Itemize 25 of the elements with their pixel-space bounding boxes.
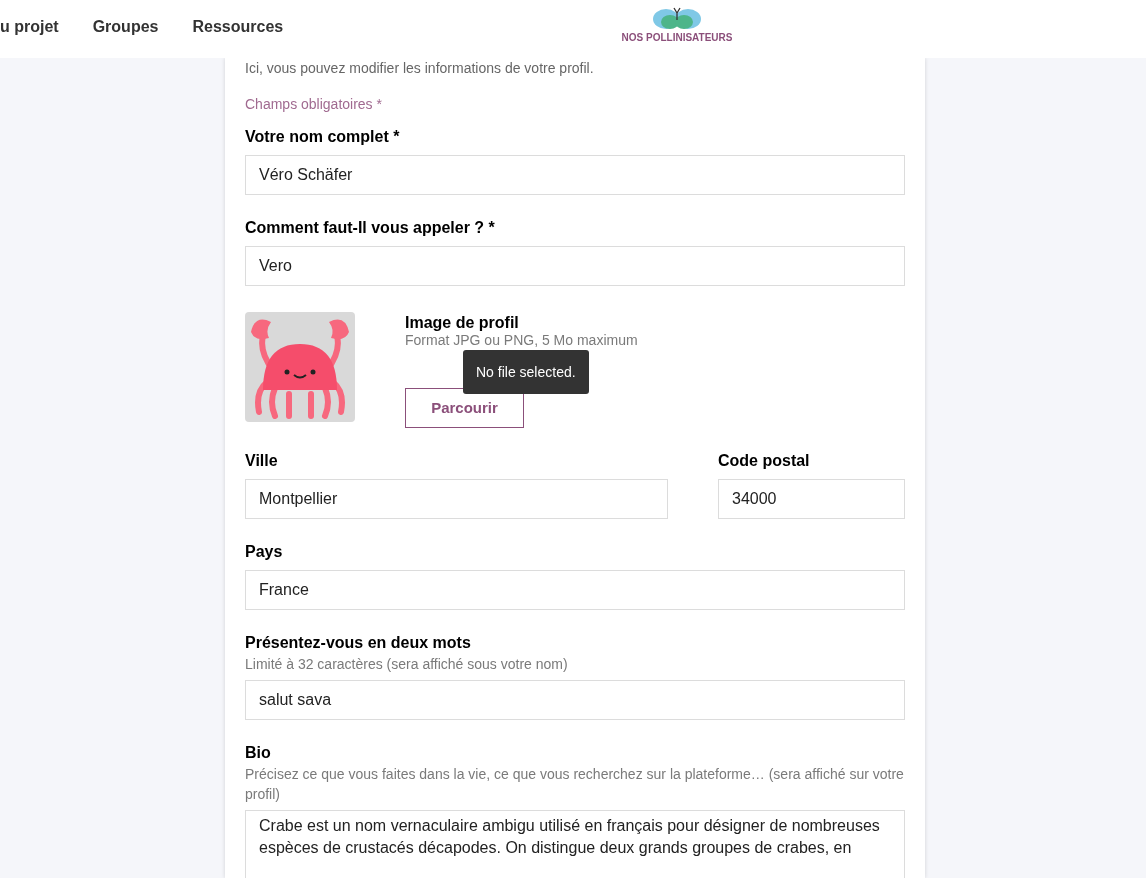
nav-link[interactable]: u projet	[0, 15, 59, 39]
logo-text: NOS POLLINISATEURS	[621, 31, 733, 45]
intro-text: Ici, vous pouvez modifier les informations de votre profil.	[245, 59, 595, 77]
field-label: Ville	[245, 452, 279, 470]
text-field[interactable]: Montpellier	[245, 479, 668, 519]
field-label: Pays	[245, 543, 284, 561]
text-field[interactable]: Vero	[245, 246, 905, 286]
field-hint: Limité à 32 caractères (sera affiché sous votre nom)	[245, 655, 569, 674]
text-field[interactable]: France	[245, 570, 905, 610]
text-field[interactable]: 34000	[718, 479, 905, 519]
bio-textarea[interactable]: Crabe est un nom vernaculaire ambigu utilisé en français pour désigner de nombreuses espèces de crustacés décapodes. On distingue deux grands groupes de crabes, en	[245, 810, 905, 878]
field-label: Comment faut-Il vous appeler ? *	[245, 219, 496, 237]
field-label: Présentez-vous en deux mots	[245, 634, 472, 652]
field-label: Image de profil	[405, 314, 520, 332]
field-hint: Format JPG ou PNG, 5 Mo maximum	[405, 332, 638, 348]
field-label: Votre nom complet *	[245, 128, 401, 146]
field-label: Bio	[245, 744, 272, 762]
required-note: Champs obligatoires *	[245, 95, 383, 113]
field-hint: Précisez ce que vous faites dans la vie, ce que vous recherchez sur la plateforme… (sera affiché sur votre profil)	[245, 765, 905, 804]
field-label: Code postal	[718, 452, 811, 470]
text-field[interactable]: Véro Schäfer	[245, 155, 905, 195]
nav-link[interactable]: Groupes	[92, 15, 159, 39]
text-field[interactable]: salut sava	[245, 680, 905, 720]
nav-link[interactable]: Ressources	[192, 15, 284, 39]
tooltip: No file selected.	[463, 350, 589, 394]
